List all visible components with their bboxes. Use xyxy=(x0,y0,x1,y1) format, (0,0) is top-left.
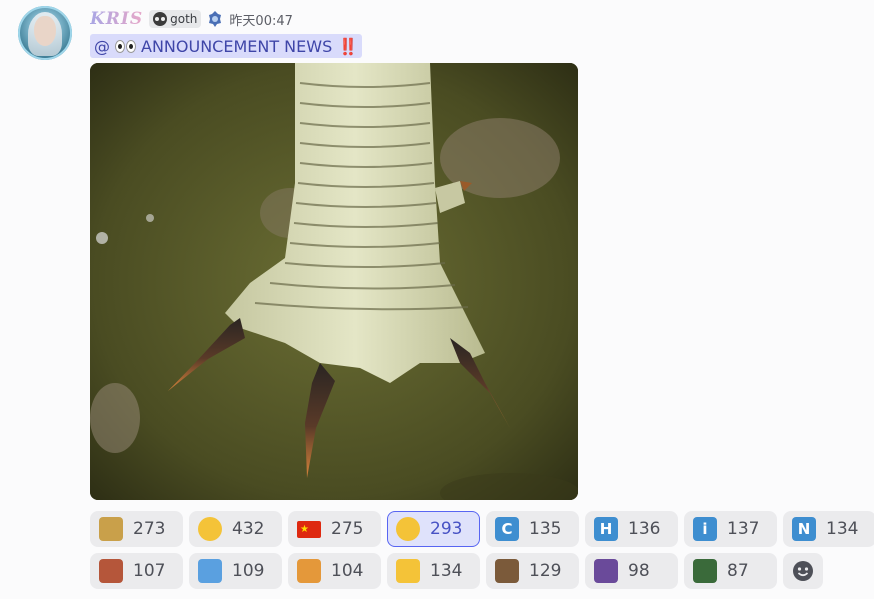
reaction-count: 129 xyxy=(529,561,562,581)
reaction-row: 107 109 104 134 129 98 87 xyxy=(90,553,874,589)
reaction-bar: 273 432 ★ 275 293 C 135 H 136 i 137 N 134 107 109 104 1… xyxy=(90,511,874,595)
claw-foot-image xyxy=(90,63,578,500)
mention[interactable]: @ xyxy=(94,37,110,56)
reaction-count: 87 xyxy=(727,561,749,581)
reaction-count: 134 xyxy=(826,519,859,539)
chat-message: KRIS goth 昨天00:47 @ ANNOUNCEMENT NEWS ‼️ xyxy=(0,0,874,599)
letter-h-emoji: H xyxy=(594,517,618,541)
reaction-count: 107 xyxy=(133,561,166,581)
reaction-count: 134 xyxy=(430,561,463,581)
eyes-icon xyxy=(115,39,136,53)
bird-emoji xyxy=(99,517,123,541)
cat-party-emoji xyxy=(594,559,618,583)
lizard-emoji xyxy=(693,559,717,583)
reaction-count: 137 xyxy=(727,519,760,539)
message-header: KRIS goth 昨天00:47 xyxy=(90,8,293,30)
reaction-button[interactable]: ★ 275 xyxy=(288,511,381,547)
letter-c-emoji: C xyxy=(495,517,519,541)
timestamp: 昨天00:47 xyxy=(229,13,293,29)
avatar-face xyxy=(34,16,56,46)
reaction-count: 273 xyxy=(133,519,166,539)
add-reaction-button[interactable] xyxy=(783,553,823,589)
reaction-count: 432 xyxy=(232,519,265,539)
leg-emoji xyxy=(396,559,420,583)
reaction-button[interactable]: 134 xyxy=(387,553,480,589)
thinking-face-emoji xyxy=(396,517,420,541)
image-attachment[interactable] xyxy=(90,63,578,500)
user-tag-label: goth xyxy=(170,12,198,26)
double-exclamation-icon: ‼️ xyxy=(338,36,359,56)
username[interactable]: KRIS xyxy=(90,9,143,29)
reaction-count: 109 xyxy=(232,561,265,581)
reaction-button[interactable]: H 136 xyxy=(585,511,678,547)
add-reaction-icon xyxy=(793,561,813,581)
reaction-button[interactable]: N 134 xyxy=(783,511,874,547)
china-flag-emoji: ★ xyxy=(297,520,321,538)
reaction-button[interactable]: 293 xyxy=(387,511,480,547)
reaction-button[interactable]: i 137 xyxy=(684,511,777,547)
reaction-count: 275 xyxy=(331,519,364,539)
reaction-button[interactable]: 98 xyxy=(585,553,678,589)
reaction-button[interactable]: 107 xyxy=(90,553,183,589)
reaction-button[interactable]: 432 xyxy=(189,511,282,547)
boot-emoji xyxy=(99,559,123,583)
frog-emoji xyxy=(495,559,519,583)
reaction-button[interactable]: 109 xyxy=(189,553,282,589)
user-tag[interactable]: goth xyxy=(149,10,202,28)
reaction-button[interactable]: C 135 xyxy=(486,511,579,547)
reaction-row: 273 432 ★ 275 293 C 135 H 136 i 137 N 134 xyxy=(90,511,874,547)
avatar[interactable] xyxy=(18,6,72,60)
message-content: @ ANNOUNCEMENT NEWS ‼️ xyxy=(90,34,363,58)
announcement-text: ANNOUNCEMENT NEWS xyxy=(141,36,333,56)
reaction-count: 136 xyxy=(628,519,661,539)
reaction-button[interactable]: 104 xyxy=(288,553,381,589)
role-icon[interactable] xyxy=(207,10,223,28)
skull-icon xyxy=(153,12,168,26)
angry-cat-emoji xyxy=(297,559,321,583)
reaction-count: 104 xyxy=(331,561,364,581)
letter-i-emoji: i xyxy=(693,517,717,541)
reaction-count: 135 xyxy=(529,519,562,539)
reaction-count: 293 xyxy=(430,519,463,539)
reaction-button[interactable]: 87 xyxy=(684,553,777,589)
reaction-button[interactable]: 273 xyxy=(90,511,183,547)
reaction-button[interactable]: 129 xyxy=(486,553,579,589)
shark-emoji xyxy=(198,559,222,583)
heart-eyes-emoji xyxy=(198,517,222,541)
letter-n-emoji: N xyxy=(792,517,816,541)
reaction-count: 98 xyxy=(628,561,650,581)
